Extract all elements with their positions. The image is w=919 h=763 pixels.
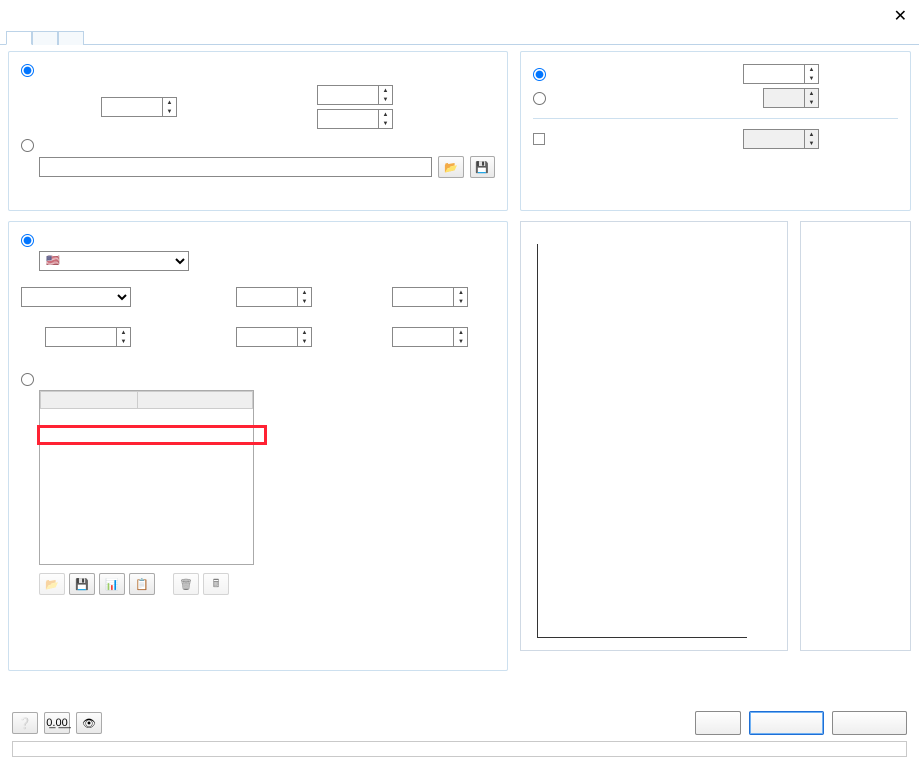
radio-manual[interactable]: [21, 139, 34, 152]
input-manual-directions[interactable]: [39, 157, 432, 177]
blank-panel: [800, 221, 911, 651]
checkbox-terrain[interactable]: [533, 133, 545, 145]
input-kzt[interactable]: ▲▼: [236, 287, 312, 307]
copy-icon[interactable]: 📋: [129, 573, 155, 595]
group-wind-directions: ▲▼ ▲▼ ▲▼: [8, 51, 508, 211]
calc-background-button[interactable]: [695, 711, 741, 735]
group-wind-velocity: 🇺🇸: [8, 221, 508, 671]
tab-load-cases[interactable]: [32, 31, 58, 45]
input-kd[interactable]: ▲▼: [392, 287, 468, 307]
input-absolute[interactable]: ▲▼: [743, 64, 819, 84]
status-bar: [12, 741, 907, 757]
input-start[interactable]: ▲▼: [317, 85, 393, 105]
radio-user-defined[interactable]: [21, 373, 34, 386]
save-icon[interactable]: 💾: [69, 573, 95, 595]
save-icon[interactable]: 💾: [470, 156, 495, 178]
delete-icon[interactable]: 🗑: [173, 573, 199, 595]
cancel-button[interactable]: [832, 711, 907, 735]
group-model-properties: ▲▼ ▲▼: [520, 51, 911, 211]
input-step[interactable]: ▲▼: [101, 97, 177, 117]
tab-wind-load[interactable]: [6, 31, 32, 45]
tab-settings[interactable]: [58, 31, 84, 45]
units-icon[interactable]: 0̲.0̲0̲: [44, 712, 70, 734]
velocity-profile-chart: [520, 221, 788, 651]
open-icon[interactable]: 📂: [39, 573, 65, 595]
close-icon[interactable]: ✕: [890, 6, 911, 26]
help-icon[interactable]: ❔: [12, 712, 38, 734]
ok-button[interactable]: [749, 711, 824, 735]
input-percentage: ▲▼: [763, 88, 819, 108]
select-standard[interactable]: 🇺🇸: [39, 251, 189, 271]
input-ke[interactable]: ▲▼: [236, 327, 312, 347]
radio-according[interactable]: [21, 234, 34, 247]
select-exposure[interactable]: [21, 287, 131, 307]
input-g[interactable]: ▲▼: [392, 327, 468, 347]
radio-uniform[interactable]: [21, 64, 34, 77]
velocity-table[interactable]: [39, 390, 254, 565]
excel-icon[interactable]: 📊: [99, 573, 125, 595]
radio-absolute[interactable]: [533, 68, 546, 81]
folder-icon[interactable]: 📂: [438, 156, 463, 178]
input-v[interactable]: ▲▼: [45, 327, 131, 347]
calc-icon[interactable]: 🖩: [203, 573, 229, 595]
input-terrain: ▲▼: [743, 129, 819, 149]
input-end[interactable]: ▲▼: [317, 109, 393, 129]
view-icon[interactable]: 👁: [76, 712, 102, 734]
radio-percentage[interactable]: [533, 92, 546, 105]
